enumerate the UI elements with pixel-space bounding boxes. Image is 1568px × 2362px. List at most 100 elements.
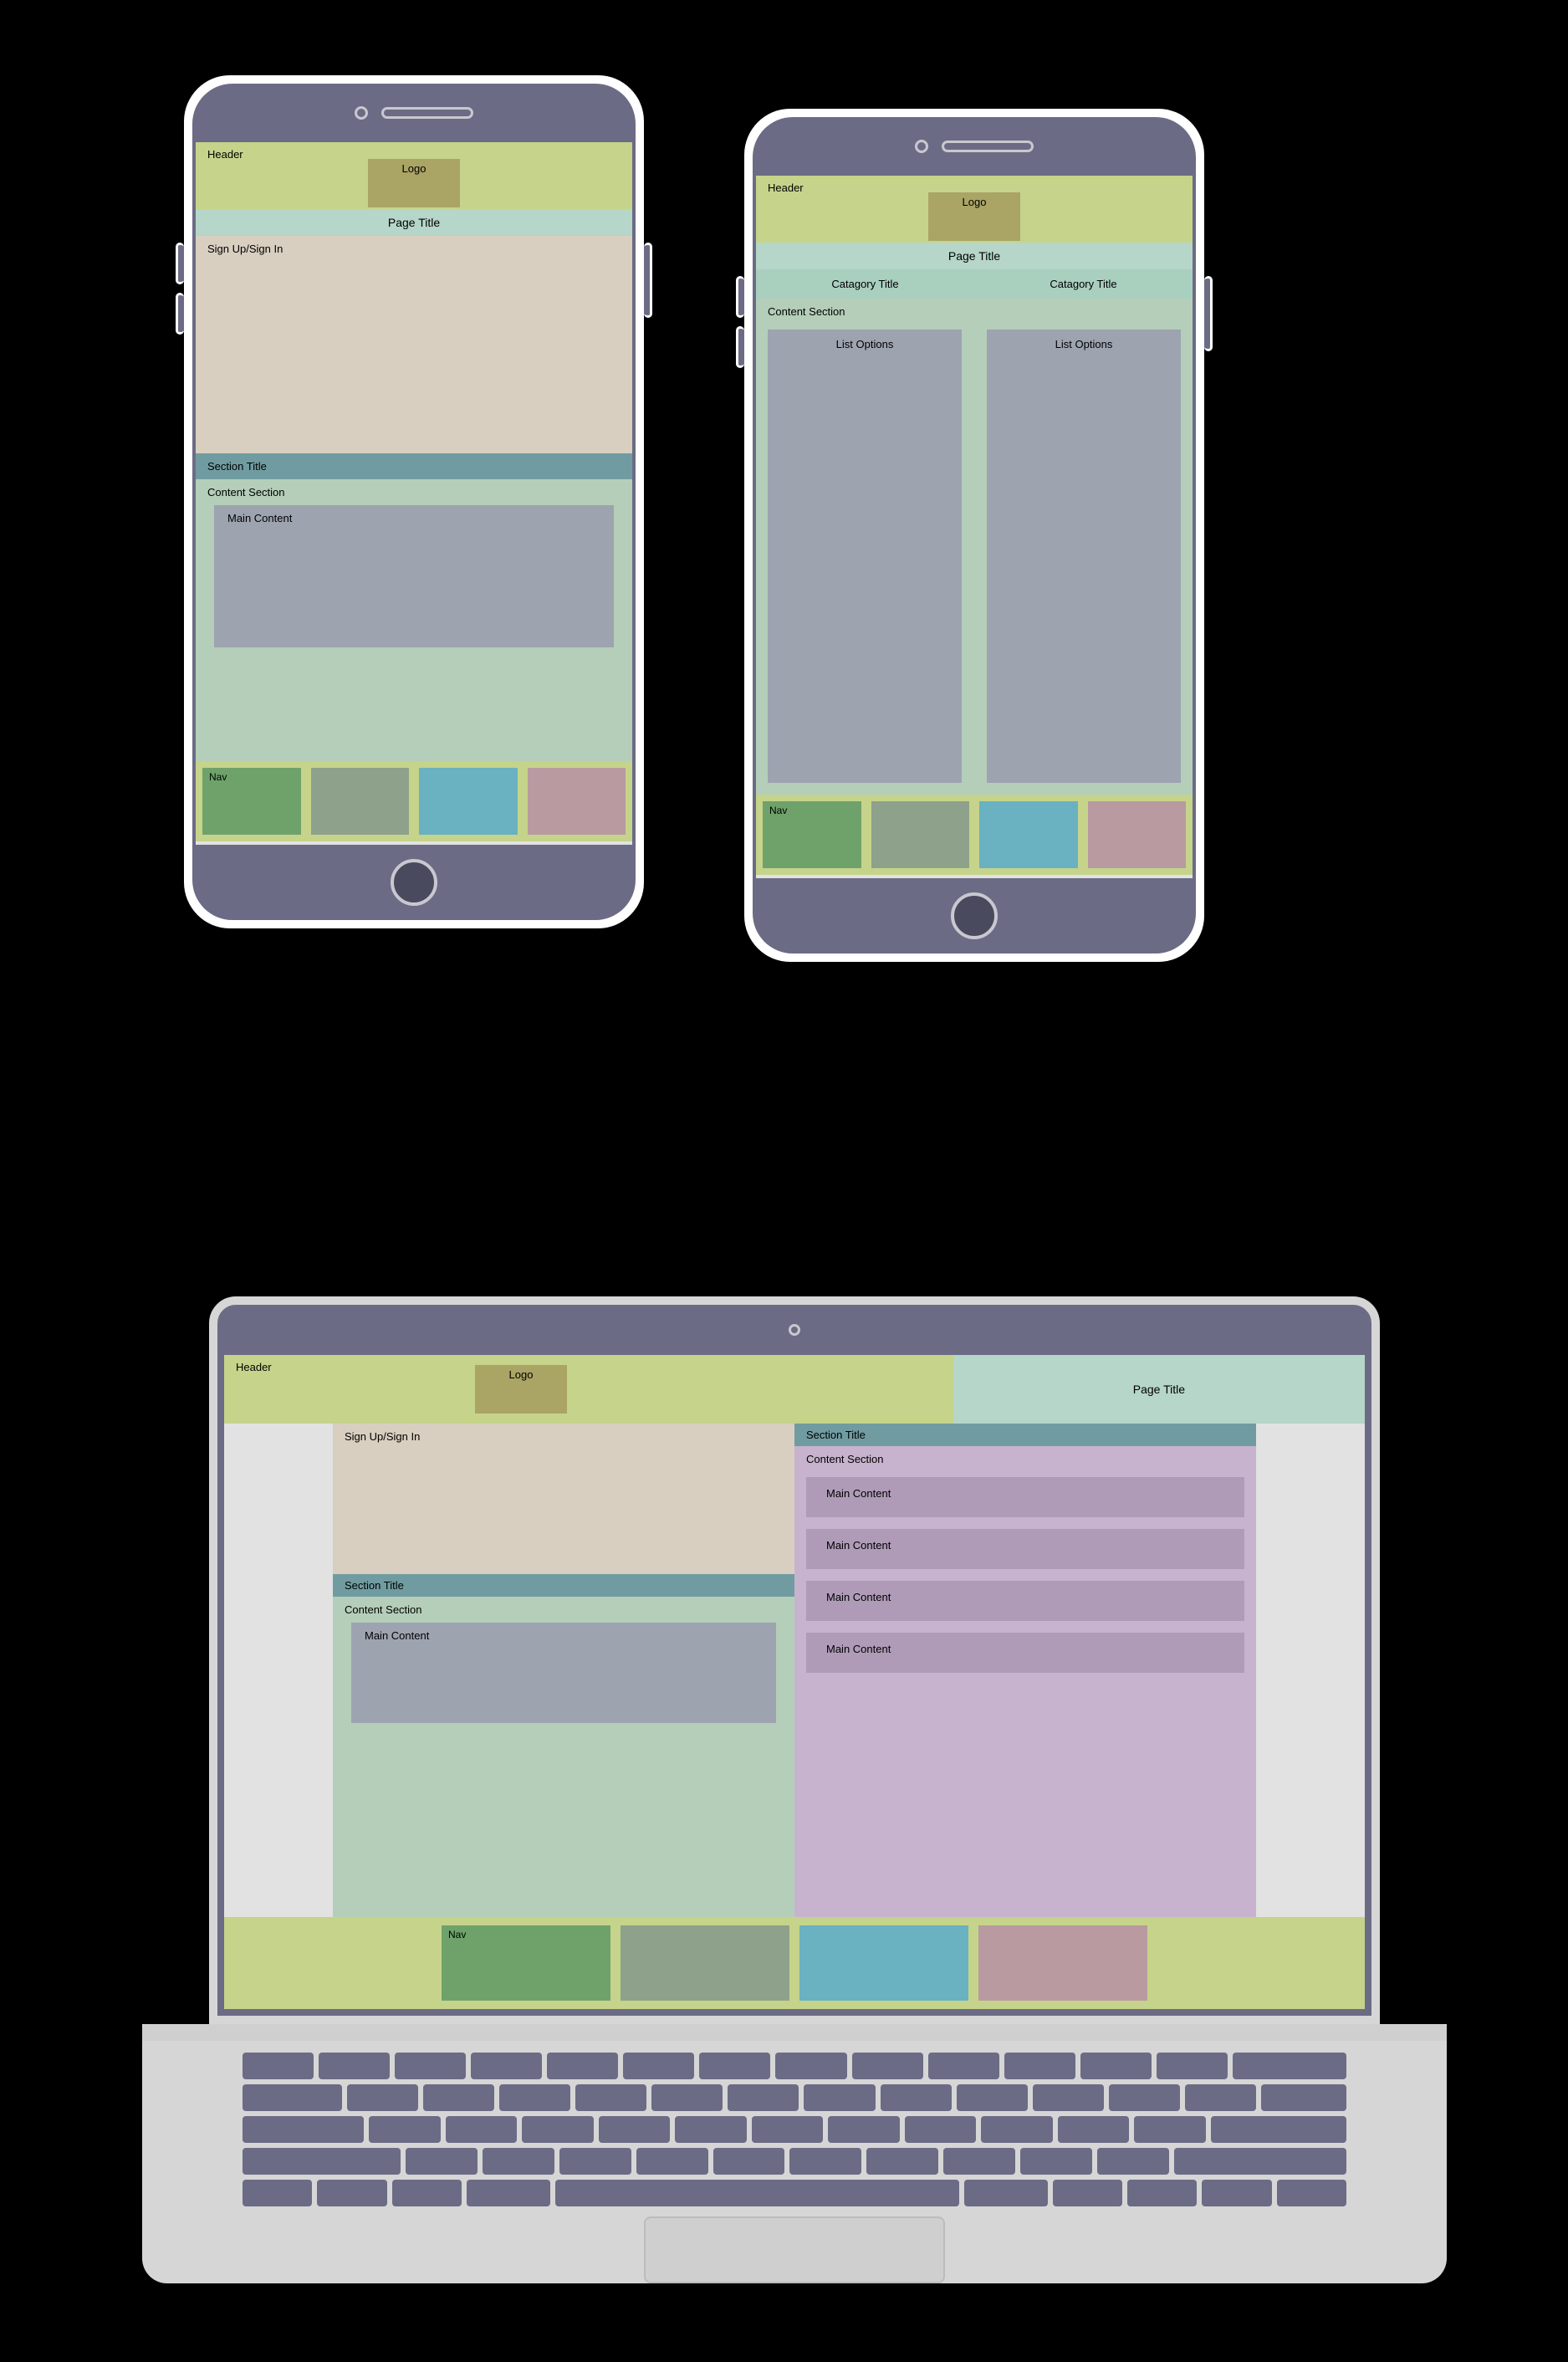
keyboard-key[interactable] (347, 2084, 418, 2111)
keyboard-key[interactable] (1261, 2084, 1346, 2111)
nav-item-1[interactable]: Nav (763, 801, 861, 868)
keyboard-key[interactable] (243, 2053, 314, 2079)
keyboard-key[interactable] (881, 2084, 952, 2111)
keyboard-key[interactable] (1277, 2180, 1346, 2206)
keyboard-key[interactable] (1109, 2084, 1180, 2111)
keyboard-key[interactable] (1004, 2053, 1075, 2079)
nav-label: Nav (769, 805, 787, 816)
keyboard-key[interactable] (1127, 2180, 1197, 2206)
main-content-block[interactable]: Main Content (214, 505, 614, 647)
home-button-icon[interactable] (951, 892, 998, 939)
keyboard-key[interactable] (1202, 2180, 1271, 2206)
keyboard-key[interactable] (243, 2116, 364, 2143)
keyboard-key[interactable] (789, 2148, 861, 2175)
keyboard-key[interactable] (319, 2053, 390, 2079)
keyboard-key[interactable] (1058, 2116, 1129, 2143)
nav-label: Nav (209, 771, 227, 783)
nav-item-4[interactable] (978, 1925, 1147, 2001)
nav-item-3[interactable] (979, 801, 1078, 868)
keyboard-key[interactable] (547, 2053, 618, 2079)
keyboard-key[interactable] (852, 2053, 923, 2079)
keyboard-key[interactable] (981, 2116, 1052, 2143)
laptop-top-bezel (217, 1305, 1371, 1355)
nav-item-4[interactable] (528, 768, 626, 835)
nav-item-1[interactable]: Nav (442, 1925, 610, 2001)
keyboard-key[interactable] (866, 2148, 938, 2175)
keyboard-key[interactable] (599, 2116, 670, 2143)
main-content-right-1[interactable]: Main Content (806, 1477, 1244, 1517)
keyboard-key[interactable] (636, 2148, 708, 2175)
keyboard-key[interactable] (928, 2053, 999, 2079)
keyboard-key[interactable] (775, 2053, 846, 2079)
category-tab-1[interactable]: Catagory Title (756, 269, 974, 299)
keyboard-key[interactable] (446, 2116, 517, 2143)
keyboard-key[interactable] (699, 2053, 770, 2079)
keyboard-key[interactable] (943, 2148, 1015, 2175)
keyboard-key[interactable] (423, 2084, 494, 2111)
keyboard-key[interactable] (828, 2116, 899, 2143)
keyboard-key[interactable] (483, 2148, 554, 2175)
keyboard-key[interactable] (728, 2084, 799, 2111)
keyboard-key[interactable] (905, 2116, 976, 2143)
trackpad[interactable] (644, 2216, 945, 2283)
keyboard-key[interactable] (1174, 2148, 1346, 2175)
keyboard-key[interactable] (559, 2148, 631, 2175)
keyboard-key[interactable] (369, 2116, 440, 2143)
keyboard-key[interactable] (499, 2084, 570, 2111)
keyboard-key[interactable] (1033, 2084, 1104, 2111)
keyboard-key[interactable] (392, 2180, 462, 2206)
keyboard-key[interactable] (1020, 2148, 1092, 2175)
keyboard-key[interactable] (623, 2053, 694, 2079)
keyboard-key[interactable] (1185, 2084, 1256, 2111)
keyboard-key[interactable] (317, 2180, 386, 2206)
keyboard-key[interactable] (555, 2180, 959, 2206)
section-title-label: Section Title (345, 1579, 404, 1592)
signup-block[interactable]: Sign Up/Sign In (196, 236, 632, 453)
keyboard-key[interactable] (243, 2180, 312, 2206)
speaker-icon (381, 107, 473, 119)
keyboard-key[interactable] (964, 2180, 1048, 2206)
keyboard-key[interactable] (804, 2084, 875, 2111)
keyboard-key[interactable] (1097, 2148, 1169, 2175)
nav-item-1[interactable]: Nav (202, 768, 301, 835)
nav-item-2[interactable] (621, 1925, 789, 2001)
keyboard-key[interactable] (1157, 2053, 1228, 2079)
keyboard-key[interactable] (471, 2053, 542, 2079)
keyboard-key[interactable] (575, 2084, 646, 2111)
keyboard-key[interactable] (675, 2116, 746, 2143)
keyboard-key[interactable] (1211, 2116, 1346, 2143)
keyboard-key[interactable] (1134, 2116, 1205, 2143)
keyboard-key[interactable] (1053, 2180, 1122, 2206)
main-content-right-4[interactable]: Main Content (806, 1633, 1244, 1673)
nav-item-3[interactable] (419, 768, 518, 835)
logo-block[interactable]: Logo (368, 159, 460, 207)
main-content-left[interactable]: Main Content (351, 1623, 776, 1723)
list-options-1[interactable]: List Options (768, 330, 962, 783)
keyboard-key[interactable] (243, 2084, 342, 2111)
nav-item-4[interactable] (1088, 801, 1187, 868)
keyboard-key[interactable] (522, 2116, 593, 2143)
nav-item-2[interactable] (871, 801, 970, 868)
nav-item-2[interactable] (311, 768, 410, 835)
keyboard-key[interactable] (752, 2116, 823, 2143)
keyboard-key[interactable] (1233, 2053, 1346, 2079)
keyboard-key[interactable] (651, 2084, 723, 2111)
main-content-right-2[interactable]: Main Content (806, 1529, 1244, 1569)
home-button-icon[interactable] (391, 859, 437, 906)
keyboard-key[interactable] (243, 2148, 401, 2175)
signup-block[interactable]: Sign Up/Sign In (333, 1424, 794, 1574)
main-content-right-3[interactable]: Main Content (806, 1581, 1244, 1621)
keyboard-key[interactable] (406, 2148, 478, 2175)
keyboard-key[interactable] (713, 2148, 785, 2175)
phone1-volume-up (176, 243, 184, 284)
category-tab-2[interactable]: Catagory Title (974, 269, 1193, 299)
list-options-2[interactable]: List Options (987, 330, 1181, 783)
keyboard-key[interactable] (467, 2180, 550, 2206)
nav-item-3[interactable] (799, 1925, 968, 2001)
keyboard-key[interactable] (1080, 2053, 1152, 2079)
keyboard-key[interactable] (957, 2084, 1028, 2111)
keyboard-key[interactable] (395, 2053, 466, 2079)
logo-block[interactable]: Logo (928, 192, 1020, 241)
camera-icon (915, 140, 928, 153)
logo-block[interactable]: Logo (475, 1365, 567, 1414)
